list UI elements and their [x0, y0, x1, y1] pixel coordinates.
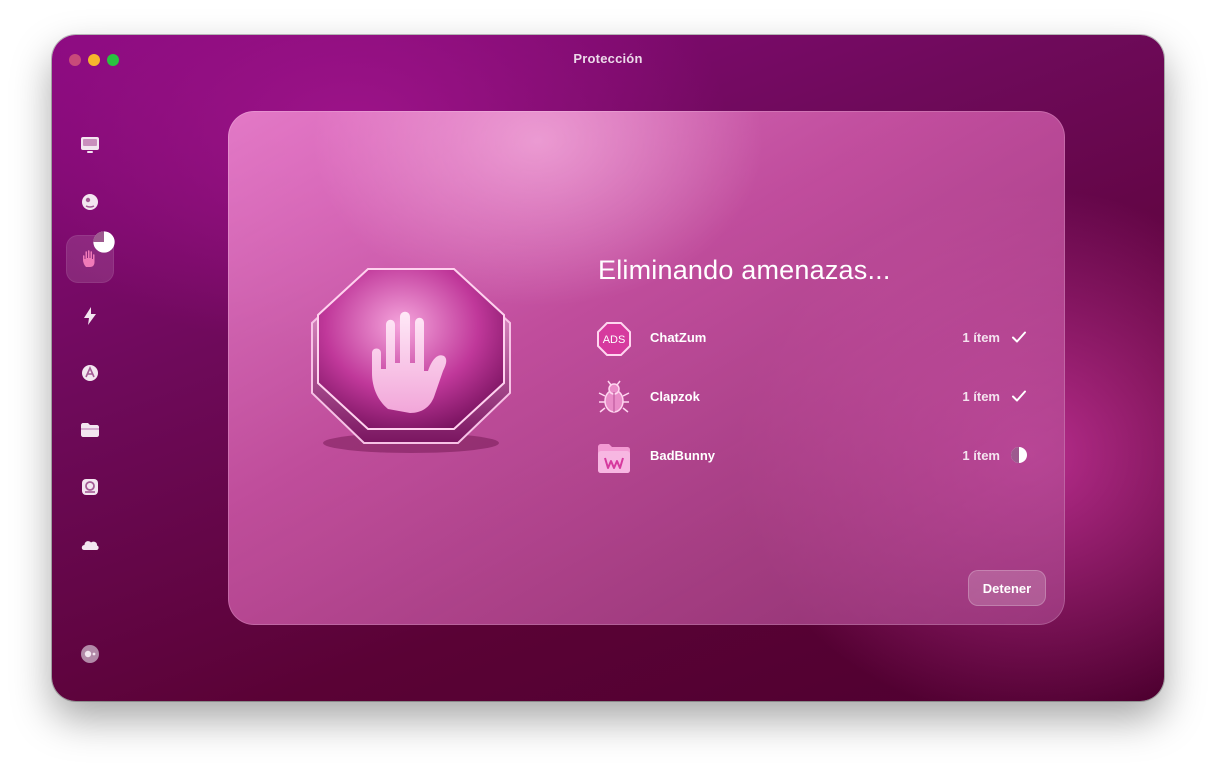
threat-count: 1 ítem: [962, 389, 1000, 404]
sidebar: [52, 83, 130, 701]
progress-heading: Eliminando amenazas...: [598, 255, 891, 285]
threat-count: 1 ítem: [962, 330, 1000, 345]
monitor-icon: [81, 137, 99, 153]
window-title: Protección: [573, 51, 643, 66]
threat-row: BadBunny 1 ítem: [596, 435, 1028, 475]
sidebar-item-space-lens[interactable]: [66, 463, 114, 511]
folder-w-icon: [598, 444, 630, 473]
folder-icon: [81, 423, 99, 437]
threat-name: ChatZum: [650, 330, 707, 345]
sidebar-item-performance[interactable]: [66, 292, 114, 340]
stop-button[interactable]: Detener: [968, 570, 1046, 606]
pie-progress-icon: [1011, 447, 1027, 463]
threat-name: BadBunny: [650, 448, 715, 463]
sidebar-item-files[interactable]: [66, 406, 114, 454]
sidebar-item-cleanup[interactable]: [66, 121, 114, 169]
bug-icon: [598, 380, 630, 413]
magnifier-icon: [82, 479, 98, 495]
cloud-icon: [81, 541, 99, 550]
svg-text:ADS: ADS: [603, 334, 626, 346]
sidebar-item-applications[interactable]: [66, 349, 114, 397]
threat-name: Clapzok: [650, 389, 700, 404]
checkmark-icon: [1012, 331, 1026, 343]
apps-icon: [82, 365, 98, 381]
threat-count: 1 ítem: [962, 448, 1000, 463]
threat-row: ADS ChatZum 1 ítem: [596, 317, 1028, 357]
app-window: Protección Eliminando amenazas... ADS Ch…: [52, 35, 1164, 701]
bubble-icon: [82, 194, 98, 210]
checkmark-icon: [1012, 390, 1026, 402]
threat-row: Clapzok 1 ítem: [596, 376, 1028, 416]
lightning-icon: [84, 307, 96, 325]
sidebar-item-protection[interactable]: [66, 231, 115, 283]
sidebar-item-cloud[interactable]: [66, 520, 114, 568]
titlebar: Protección: [52, 35, 1164, 83]
ads-icon: ADS: [597, 322, 631, 356]
main-panel: Eliminando amenazas... ADS ChatZum 1 íte…: [228, 111, 1065, 625]
stop-hand-illustration: [311, 268, 511, 453]
assistant-button[interactable]: [66, 630, 114, 678]
sidebar-item-privacy[interactable]: [66, 178, 114, 226]
assistant-icon: [81, 645, 99, 663]
pie-progress-icon: [93, 231, 115, 253]
